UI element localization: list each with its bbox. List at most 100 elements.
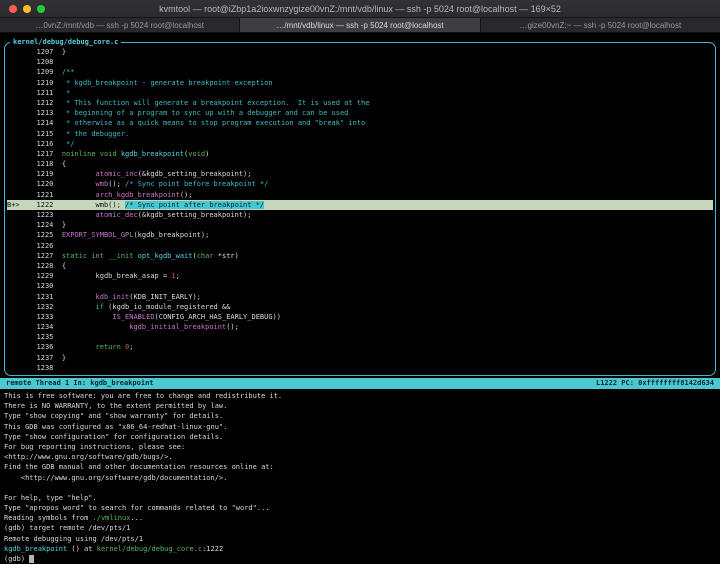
line-number: 1227: [37, 252, 62, 260]
tab-bar: …0vnZ:/mnt/vdb — ssh -p 5024 root@localh…: [0, 18, 720, 33]
gdb-console[interactable]: This is free software: you are free to c…: [4, 391, 716, 564]
console-line: <http://www.gnu.org/software/gdb/bugs/>.: [4, 452, 716, 462]
source-line: 1233 IS_ENABLED(CONFIG_ARCH_HAS_EARLY_DE…: [7, 312, 713, 322]
line-number: 1226: [37, 242, 62, 250]
source-line: 1226: [7, 241, 713, 251]
traffic-lights: [9, 5, 45, 13]
source-line: 1235: [7, 332, 713, 342]
gutter: [7, 313, 37, 321]
source-line-current: B+> 1222 wmb(); /* Sync point after brea…: [7, 200, 713, 210]
tab-1[interactable]: …0vnZ:/mnt/vdb — ssh -p 5024 root@localh…: [0, 18, 240, 32]
source-line: 1238: [7, 363, 713, 373]
console-line: (gdb): [4, 554, 716, 564]
tui-status-bar: remote Thread 1 In: kgdb_breakpoint L122…: [0, 378, 720, 389]
terminal-cursor[interactable]: [29, 555, 33, 563]
source-line: 1221 arch_kgdb_breakpoint();: [7, 190, 713, 200]
gutter: [7, 364, 37, 372]
terminal-window: kvmtool — root@iZbp1a2ioxwnzygize00vnZ:/…: [0, 0, 720, 555]
gutter: [7, 180, 37, 188]
source-line: 1209 /**: [7, 67, 713, 77]
gutter: [7, 231, 37, 239]
source-line: 1211 *: [7, 88, 713, 98]
source-line: 1215 * the debugger.: [7, 129, 713, 139]
line-number: 1221: [37, 191, 62, 199]
status-line-pc-info: L1222 PC: 0xffffffff8142d634: [596, 378, 714, 389]
source-line: 1236 return 0;: [7, 342, 713, 352]
gutter: [7, 262, 37, 270]
gutter: [7, 242, 37, 250]
source-line: 1225 EXPORT_SYMBOL_GPL(kgdb_breakpoint);: [7, 230, 713, 240]
tab-3-label: …gize00vnZ:~ — ssh -p 5024 root@localhos…: [515, 21, 685, 30]
terminal-screen[interactable]: kernel/debug/debug_core.c 1207 } 1208 12…: [0, 33, 720, 564]
console-line: <http://www.gnu.org/software/gdb/documen…: [4, 473, 716, 483]
gutter: [7, 303, 37, 311]
line-number: 1229: [37, 272, 62, 280]
source-line: 1228 {: [7, 261, 713, 271]
source-line: 1207 }: [7, 47, 713, 57]
source-line: 1216 */: [7, 139, 713, 149]
console-line: For help, type "help".: [4, 493, 716, 503]
gutter: [7, 160, 37, 168]
source-line: 1213 * beginning of a program to sync up…: [7, 108, 713, 118]
console-line: (gdb) target remote /dev/pts/1: [4, 523, 716, 533]
tab-1-label: …0vnZ:/mnt/vdb — ssh -p 5024 root@localh…: [31, 21, 208, 30]
gutter: [7, 354, 37, 362]
console-line: Remote debugging using /dev/pts/1: [4, 534, 716, 544]
tab-3[interactable]: …gize00vnZ:~ — ssh -p 5024 root@localhos…: [481, 18, 720, 32]
console-line: Find the GDB manual and other documentat…: [4, 462, 716, 472]
gutter: [7, 150, 37, 158]
source-line: 1218 {: [7, 159, 713, 169]
source-line: 1232 if (kgdb_io_module_registered &&: [7, 302, 713, 312]
line-number: 1211: [37, 89, 62, 97]
line-number: 1217: [37, 150, 62, 158]
gutter: [7, 323, 37, 331]
gutter: [7, 109, 37, 117]
source-line: 1229 kgdb_break_asap = 1;: [7, 271, 713, 281]
line-number: 1218: [37, 160, 62, 168]
breakpoint-marker: B+>: [7, 201, 37, 209]
close-button[interactable]: [9, 5, 17, 13]
minimize-button[interactable]: [23, 5, 31, 13]
console-line: kgdb_breakpoint () at kernel/debug/debug…: [4, 544, 716, 554]
console-line: Type "apropos word" to search for comman…: [4, 503, 716, 513]
gutter: [7, 293, 37, 301]
gutter: [7, 252, 37, 260]
gutter: [7, 221, 37, 229]
source-line: 1219 atomic_inc(&kgdb_setting_breakpoint…: [7, 169, 713, 179]
source-line: 1217 noinline void kgdb_breakpoint(void): [7, 149, 713, 159]
source-code-area: 1207 } 1208 1209 /** 1210 * kgdb_breakpo…: [7, 47, 713, 373]
gutter: [7, 89, 37, 97]
console-line: [4, 483, 716, 493]
line-number: 1213: [37, 109, 62, 117]
line-number: 1228: [37, 262, 62, 270]
line-number: 1222: [37, 201, 62, 209]
titlebar: kvmtool — root@iZbp1a2ioxwnzygize00vnZ:/…: [0, 0, 720, 18]
source-line: 1237 }: [7, 353, 713, 363]
console-line: There is NO WARRANTY, to the extent perm…: [4, 401, 716, 411]
line-number: 1216: [37, 140, 62, 148]
gutter: [7, 333, 37, 341]
status-frame-info: remote Thread 1 In: kgdb_breakpoint: [6, 378, 154, 389]
line-number: 1230: [37, 282, 62, 290]
line-number: 1236: [37, 343, 62, 351]
line-number: 1220: [37, 180, 62, 188]
source-line: 1214 * otherwise as a quick means to sto…: [7, 118, 713, 128]
console-line: This GDB was configured as "x86_64-redha…: [4, 422, 716, 432]
line-number: 1207: [37, 48, 62, 56]
source-line: 1210 * kgdb_breakpoint - generate breakp…: [7, 78, 713, 88]
window-title: kvmtool — root@iZbp1a2ioxwnzygize00vnZ:/…: [0, 4, 720, 14]
console-line: Type "show copying" and "show warranty" …: [4, 411, 716, 421]
line-number: 1210: [37, 79, 62, 87]
source-line: 1208: [7, 57, 713, 67]
gutter: [7, 140, 37, 148]
line-number: 1214: [37, 119, 62, 127]
source-line: 1230: [7, 281, 713, 291]
source-line: 1231 kdb_init(KDB_INIT_EARLY);: [7, 292, 713, 302]
zoom-button[interactable]: [37, 5, 45, 13]
console-line: For bug reporting instructions, please s…: [4, 442, 716, 452]
gutter: [7, 48, 37, 56]
gutter: [7, 211, 37, 219]
tab-2[interactable]: …/mnt/vdb/linux — ssh -p 5024 root@local…: [240, 18, 480, 32]
source-line: 1220 wmb(); /* Sync point before breakpo…: [7, 179, 713, 189]
line-number: 1233: [37, 313, 62, 321]
